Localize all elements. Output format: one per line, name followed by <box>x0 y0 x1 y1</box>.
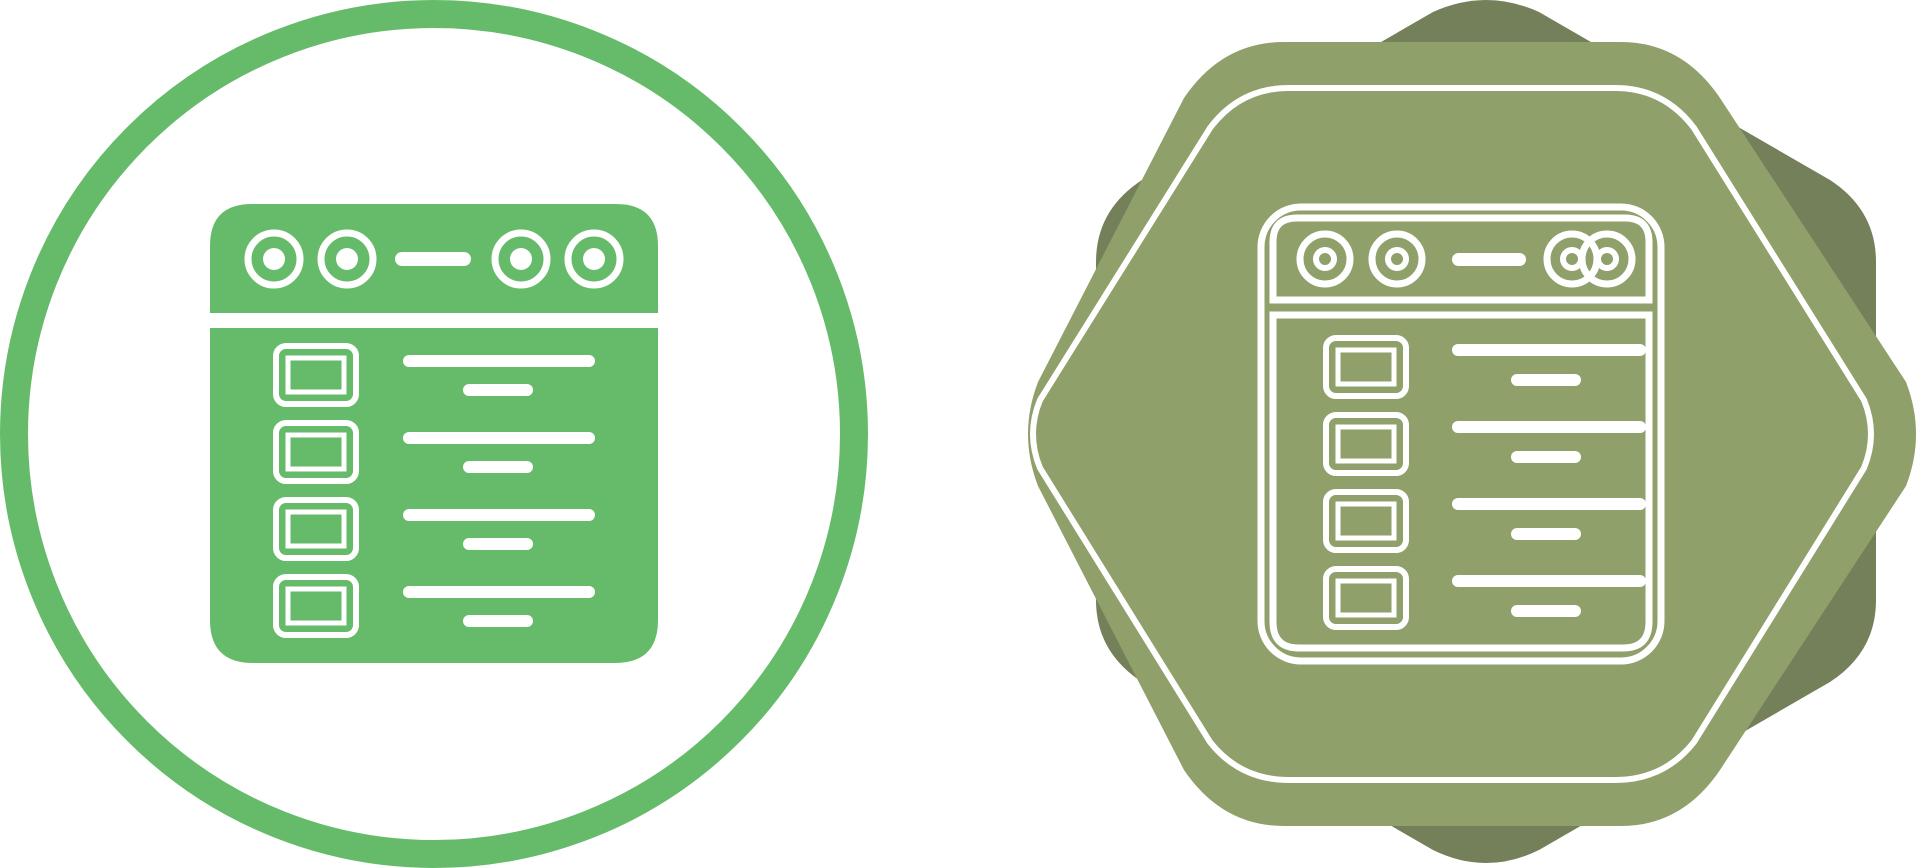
icon-showcase <box>0 0 1920 868</box>
row-title-line <box>403 586 595 598</box>
row-subtitle-line <box>1511 605 1581 617</box>
row-subtitle-line <box>463 384 533 396</box>
row-subtitle-line <box>1511 451 1581 463</box>
row-title-line <box>1452 575 1646 587</box>
window-control-dot <box>583 248 605 270</box>
browser-window-glyph <box>210 204 658 663</box>
row-title-line <box>403 355 595 367</box>
window-controls-dash <box>1452 253 1526 266</box>
browser-list-badge-icon <box>1028 0 1916 863</box>
window-control-dot <box>263 248 285 270</box>
window-control-dot <box>336 248 358 270</box>
row-subtitle-line <box>463 615 533 627</box>
window-controls-dash <box>395 252 471 266</box>
row-subtitle-line <box>1511 374 1581 386</box>
row-title-line <box>403 509 595 521</box>
row-subtitle-line <box>1511 528 1581 540</box>
row-title-line <box>1452 498 1646 510</box>
window-control-dot <box>510 248 532 270</box>
row-subtitle-line <box>463 538 533 550</box>
row-title-line <box>1452 344 1646 356</box>
browser-list-circle-icon <box>0 0 868 868</box>
row-title-line <box>403 432 595 444</box>
row-subtitle-line <box>463 461 533 473</box>
row-title-line <box>1452 421 1646 433</box>
